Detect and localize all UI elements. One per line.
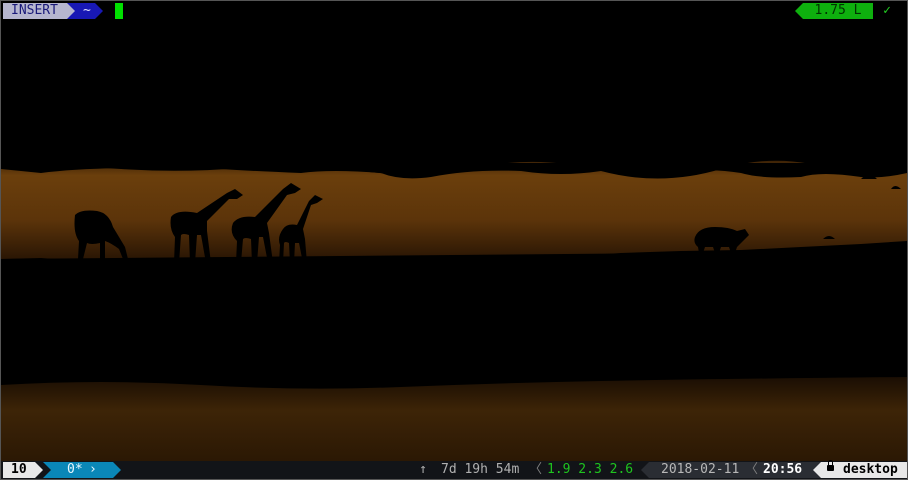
powerline-separator (67, 3, 75, 19)
powerline-separator (641, 462, 649, 478)
vi-mode-indicator: INSERT (3, 3, 67, 19)
window-index: 0* (67, 462, 83, 477)
window-tab-0[interactable]: 0* (51, 462, 113, 478)
tmux-status-bar: 10 0* › ↑ 7d 19h 54m 〈 1.9 2.3 2.6 2018-… (1, 460, 907, 479)
load-indicator: 1.75 L (803, 3, 873, 19)
lock-icon (827, 460, 834, 471)
session-name[interactable]: 10 (3, 462, 35, 478)
separator: 〈 (529, 462, 543, 477)
prompt-line: INSERT ~ 1.75 L ✓ (1, 1, 907, 21)
host-segment: desktop (821, 460, 907, 478)
time: 20:56 (763, 462, 803, 477)
hostname: desktop (843, 462, 898, 477)
window-separator: › (89, 462, 97, 477)
up-arrow-icon: ↑ (419, 462, 427, 477)
powerline-separator (95, 3, 103, 19)
terminal-window[interactable]: INSERT ~ 1.75 L ✓ 10 0* › ↑ 7d 19h 54m 〈… (0, 0, 908, 480)
powerline-separator (35, 462, 43, 478)
powerline-separator (813, 462, 821, 478)
wallpaper-image (1, 1, 907, 479)
load-average: 1.9 2.3 2.6 (547, 462, 634, 477)
uptime: 7d 19h 54m (441, 462, 520, 477)
text-cursor[interactable] (115, 3, 123, 19)
date: 2018-02-11 (661, 462, 740, 477)
powerline-separator (43, 462, 51, 478)
powerline-separator (113, 462, 121, 478)
powerline-separator (795, 3, 803, 19)
check-icon: ✓ (877, 3, 897, 19)
separator: 〈 (745, 462, 759, 477)
